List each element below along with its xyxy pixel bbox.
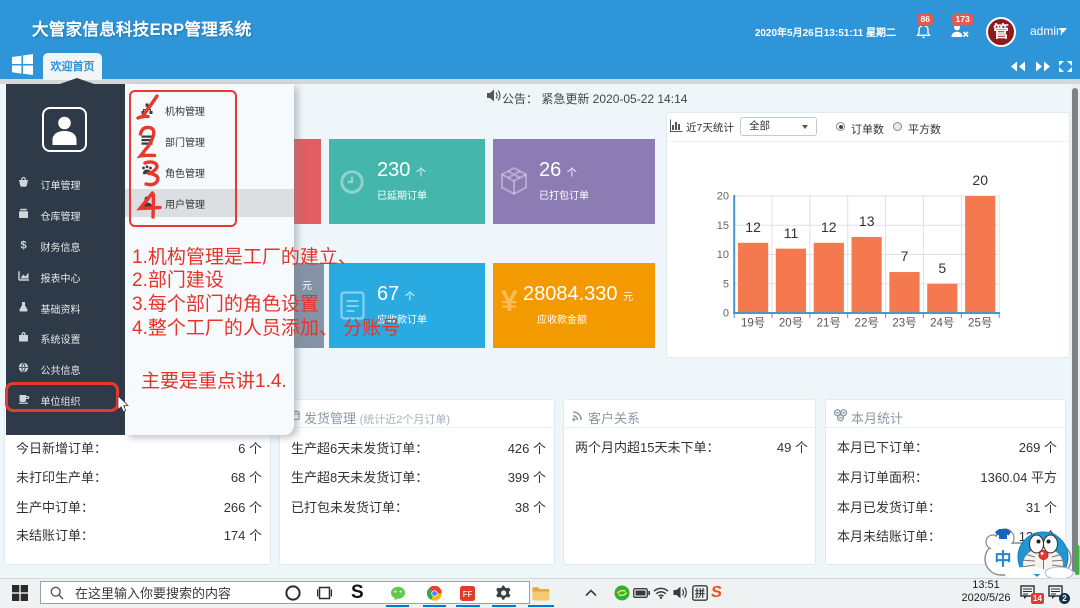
svg-text:5: 5 bbox=[938, 260, 946, 276]
svg-text:23号: 23号 bbox=[892, 317, 916, 330]
svg-text:20: 20 bbox=[717, 191, 729, 203]
svg-text:19号: 19号 bbox=[741, 317, 765, 330]
svg-text:中: 中 bbox=[995, 549, 1012, 569]
svg-text:21号: 21号 bbox=[817, 317, 841, 330]
svg-text:5: 5 bbox=[723, 278, 729, 290]
svg-text:24号: 24号 bbox=[930, 317, 954, 330]
svg-text:10: 10 bbox=[717, 249, 729, 261]
svg-text:13: 13 bbox=[859, 213, 875, 229]
svg-text:0: 0 bbox=[723, 308, 729, 320]
svg-text:15: 15 bbox=[717, 220, 729, 232]
svg-text:7: 7 bbox=[901, 248, 909, 264]
svg-text:20号: 20号 bbox=[779, 317, 803, 330]
svg-text:11: 11 bbox=[784, 225, 799, 241]
svg-text:FF: FF bbox=[463, 590, 473, 599]
svg-text:20: 20 bbox=[972, 172, 988, 188]
svg-text:25号: 25号 bbox=[968, 317, 992, 330]
svg-text:22号: 22号 bbox=[855, 317, 879, 330]
svg-text:12: 12 bbox=[821, 219, 837, 235]
svg-text:$: $ bbox=[20, 240, 26, 250]
svg-text:12: 12 bbox=[745, 219, 761, 235]
svg-text:拼: 拼 bbox=[695, 587, 705, 600]
